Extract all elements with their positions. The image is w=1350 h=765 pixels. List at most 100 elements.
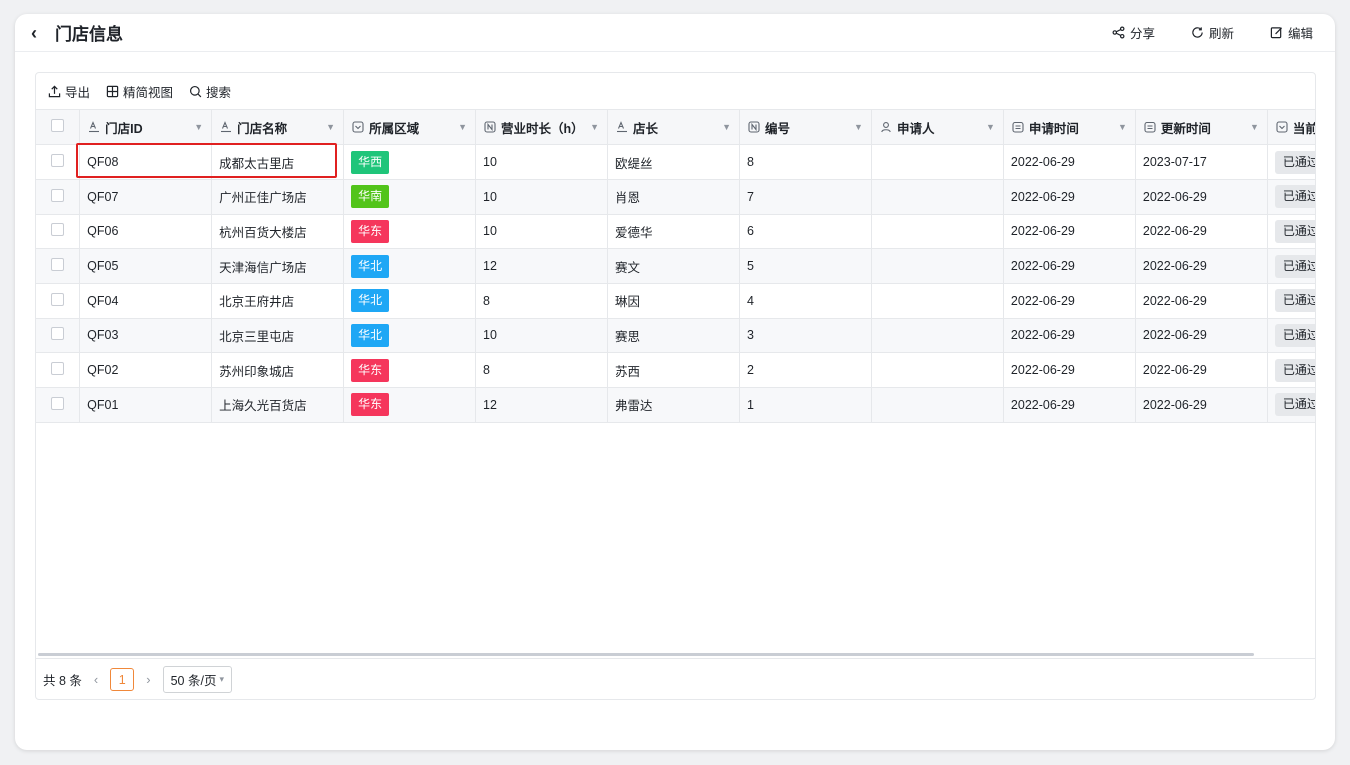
select-all-checkbox[interactable] <box>51 119 65 133</box>
share-button[interactable]: 分享 <box>1112 23 1155 42</box>
column-dropdown-icon[interactable]: ▼ <box>854 122 863 132</box>
column-dropdown-icon[interactable]: ▼ <box>1250 122 1259 132</box>
column-header[interactable]: 编号 ▼ <box>739 110 872 146</box>
manager-cell[interactable]: 肖恩 <box>607 179 740 215</box>
applicant-cell[interactable] <box>871 179 1004 215</box>
store-id-cell[interactable]: QF03 <box>79 318 213 354</box>
compact-view-button[interactable]: 精简视图 <box>106 82 173 101</box>
row-checkbox[interactable] <box>51 154 65 168</box>
number-cell[interactable]: 2 <box>739 352 872 388</box>
region-cell[interactable]: 华北 <box>343 248 477 284</box>
horizontal-scrollbar[interactable] <box>38 653 1254 656</box>
column-header[interactable]: 门店名称 ▼ <box>211 110 345 146</box>
column-dropdown-icon[interactable]: ▼ <box>326 122 335 132</box>
apply-date-cell[interactable]: 2022-06-29 <box>1003 144 1136 180</box>
table-row[interactable]: QF07 广州正佳广场店 华南 10 肖恩 7 2022-06-29 2022-06-29 已通… <box>36 179 1315 215</box>
hours-cell[interactable]: 10 <box>475 144 609 180</box>
update-date-cell[interactable]: 2022-06-29 <box>1135 352 1268 388</box>
applicant-cell[interactable] <box>871 352 1004 388</box>
page-size-select[interactable]: 50 条/页 ▾ <box>162 666 232 693</box>
row-checkbox[interactable] <box>51 258 65 272</box>
apply-date-cell[interactable]: 2022-06-29 <box>1003 387 1136 423</box>
applicant-cell[interactable] <box>871 318 1004 354</box>
number-cell[interactable]: 5 <box>739 248 872 284</box>
edit-button[interactable]: 编辑 <box>1270 23 1313 42</box>
region-cell[interactable]: 华北 <box>343 283 477 319</box>
apply-date-cell[interactable]: 2022-06-29 <box>1003 248 1136 284</box>
page-1-button[interactable]: 1 <box>110 668 135 691</box>
update-date-cell[interactable]: 2022-06-29 <box>1135 318 1268 354</box>
column-dropdown-icon[interactable]: ▼ <box>986 122 995 132</box>
apply-date-cell[interactable]: 2022-06-29 <box>1003 214 1136 250</box>
manager-cell[interactable]: 爱德华 <box>607 214 740 250</box>
store-id-cell[interactable]: QF02 <box>79 352 213 388</box>
applicant-cell[interactable] <box>871 387 1004 423</box>
hours-cell[interactable]: 10 <box>475 214 609 250</box>
status-cell[interactable]: 已通过 <box>1267 283 1315 319</box>
applicant-cell[interactable] <box>871 248 1004 284</box>
column-dropdown-icon[interactable]: ▼ <box>722 122 731 132</box>
store-name-cell[interactable]: 成都太古里店 <box>211 144 345 180</box>
store-id-cell[interactable]: QF01 <box>79 387 213 423</box>
row-checkbox[interactable] <box>51 362 65 376</box>
region-cell[interactable]: 华东 <box>343 214 477 250</box>
column-header[interactable]: 店长 ▼ <box>607 110 740 146</box>
update-date-cell[interactable]: 2022-06-29 <box>1135 248 1268 284</box>
hours-cell[interactable]: 8 <box>475 352 609 388</box>
store-name-cell[interactable]: 天津海信广场店 <box>211 248 345 284</box>
hours-cell[interactable]: 10 <box>475 179 609 215</box>
store-name-cell[interactable]: 上海久光百货店 <box>211 387 345 423</box>
status-cell[interactable]: 已通过 <box>1267 179 1315 215</box>
store-name-cell[interactable]: 苏州印象城店 <box>211 352 345 388</box>
apply-date-cell[interactable]: 2022-06-29 <box>1003 352 1136 388</box>
status-cell[interactable]: 已通过 <box>1267 318 1315 354</box>
table-row[interactable]: QF08 成都太古里店 华西 10 欧缇丝 8 2022-06-29 2023-07-17 已通… <box>36 144 1315 180</box>
table-row[interactable]: QF02苏州印象城店华东8苏西22022-06-292022-06-29已通过 <box>36 352 1315 388</box>
apply-date-cell[interactable]: 2022-06-29 <box>1003 283 1136 319</box>
store-name-cell[interactable]: 北京三里屯店 <box>211 318 345 354</box>
region-cell[interactable]: 华南 <box>343 179 477 215</box>
update-date-cell[interactable]: 2022-06-29 <box>1135 387 1268 423</box>
column-header[interactable]: 所属区域 ▼ <box>343 110 477 146</box>
store-id-cell[interactable]: QF05 <box>79 248 213 284</box>
status-cell[interactable]: 已通过 <box>1267 214 1315 250</box>
next-page-button[interactable]: › <box>146 672 150 687</box>
manager-cell[interactable]: 欧缇丝 <box>607 144 740 180</box>
region-cell[interactable]: 华北 <box>343 318 477 354</box>
hours-cell[interactable]: 10 <box>475 318 609 354</box>
column-dropdown-icon[interactable]: ▼ <box>194 122 203 132</box>
manager-cell[interactable]: 弗雷达 <box>607 387 740 423</box>
store-id-cell[interactable]: QF08 <box>79 144 213 180</box>
column-dropdown-icon[interactable]: ▼ <box>1118 122 1127 132</box>
manager-cell[interactable]: 琳因 <box>607 283 740 319</box>
update-date-cell[interactable]: 2022-06-29 <box>1135 214 1268 250</box>
update-date-cell[interactable]: 2022-06-29 <box>1135 179 1268 215</box>
column-dropdown-icon[interactable]: ▼ <box>590 122 599 132</box>
column-header[interactable]: 门店ID ▼ <box>79 110 213 146</box>
region-cell[interactable]: 华东 <box>343 387 477 423</box>
column-header[interactable]: 申请时间 ▼ <box>1003 110 1136 146</box>
row-checkbox[interactable] <box>51 188 65 202</box>
store-name-cell[interactable]: 北京王府井店 <box>211 283 345 319</box>
apply-date-cell[interactable]: 2022-06-29 <box>1003 318 1136 354</box>
number-cell[interactable]: 4 <box>739 283 872 319</box>
table-row[interactable]: QF05 天津海信广场店 华北 12 赛文 5 2022-06-29 2022-06-29 已通… <box>36 248 1315 284</box>
number-cell[interactable]: 1 <box>739 387 872 423</box>
prev-page-button[interactable]: ‹ <box>94 672 98 687</box>
status-cell[interactable]: 已通过 <box>1267 248 1315 284</box>
number-cell[interactable]: 7 <box>739 179 872 215</box>
update-date-cell[interactable]: 2022-06-29 <box>1135 283 1268 319</box>
store-name-cell[interactable]: 广州正佳广场店 <box>211 179 345 215</box>
status-cell[interactable]: 已通过 <box>1267 352 1315 388</box>
column-dropdown-icon[interactable]: ▼ <box>458 122 467 132</box>
row-checkbox[interactable] <box>51 292 65 306</box>
hours-cell[interactable]: 8 <box>475 283 609 319</box>
number-cell[interactable]: 8 <box>739 144 872 180</box>
store-id-cell[interactable]: QF06 <box>79 214 213 250</box>
number-cell[interactable]: 3 <box>739 318 872 354</box>
row-checkbox[interactable] <box>51 223 65 237</box>
store-id-cell[interactable]: QF07 <box>79 179 213 215</box>
apply-date-cell[interactable]: 2022-06-29 <box>1003 179 1136 215</box>
column-header[interactable]: 更新时间 ▼ <box>1135 110 1268 146</box>
hours-cell[interactable]: 12 <box>475 248 609 284</box>
